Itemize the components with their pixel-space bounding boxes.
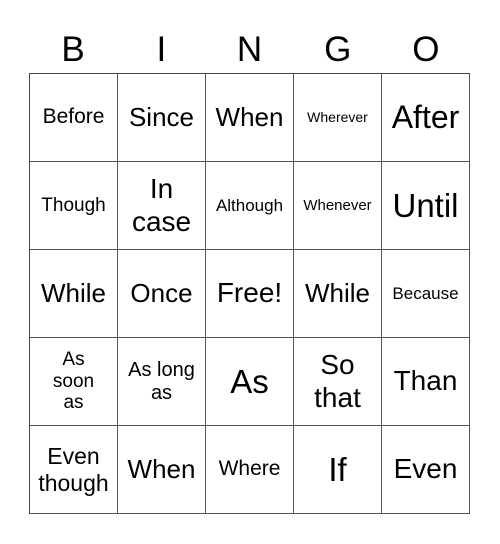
header-letter-o: O [412, 30, 440, 69]
header-letter-i: I [156, 30, 167, 69]
bingo-cell[interactable]: If [294, 426, 382, 514]
bingo-cell[interactable]: While [294, 250, 382, 338]
bingo-cell[interactable]: Whenever [294, 162, 382, 250]
header-letter-n: N [236, 30, 263, 69]
bingo-cell[interactable]: Until [382, 162, 470, 250]
header-letter-b: B [61, 30, 85, 69]
bingo-cell[interactable]: In case [118, 162, 206, 250]
bingo-cell[interactable]: Even [382, 426, 470, 514]
bingo-cell[interactable]: Since [118, 74, 206, 162]
bingo-cell[interactable]: Before [30, 74, 118, 162]
bingo-cell[interactable]: Where [206, 426, 294, 514]
bingo-cell[interactable]: Even though [30, 426, 118, 514]
bingo-header: B I N G O [29, 30, 470, 70]
bingo-cell[interactable]: Than [382, 338, 470, 426]
bingo-cell[interactable]: So that [294, 338, 382, 426]
header-letter-g: G [324, 30, 352, 69]
bingo-cell[interactable]: Although [206, 162, 294, 250]
bingo-cell[interactable]: Though [30, 162, 118, 250]
bingo-cell[interactable]: When [206, 74, 294, 162]
bingo-cell[interactable]: As long as [118, 338, 206, 426]
bingo-cell[interactable]: Wherever [294, 74, 382, 162]
bingo-cell[interactable]: Once [118, 250, 206, 338]
bingo-cell[interactable]: Because [382, 250, 470, 338]
free-space-cell[interactable]: Free! [206, 250, 294, 338]
bingo-cell[interactable]: As [206, 338, 294, 426]
bingo-card-grid: Before Since When Wherever After Though … [29, 73, 470, 514]
bingo-cell[interactable]: After [382, 74, 470, 162]
bingo-cell[interactable]: When [118, 426, 206, 514]
bingo-cell[interactable]: While [30, 250, 118, 338]
bingo-cell[interactable]: As soon as [30, 338, 118, 426]
